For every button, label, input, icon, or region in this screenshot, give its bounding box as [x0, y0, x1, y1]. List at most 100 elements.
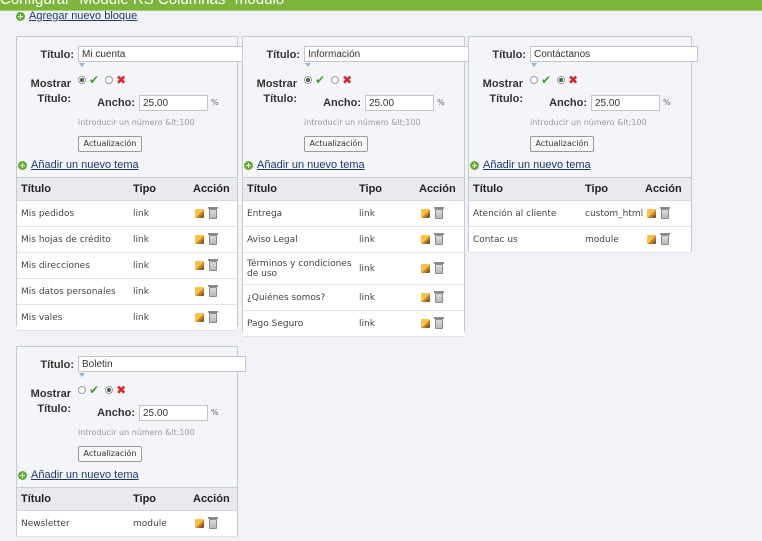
- close-icon: ✖: [116, 73, 127, 87]
- edit-icon[interactable]: [195, 287, 204, 296]
- edit-icon[interactable]: [421, 319, 430, 328]
- focus-notch: [305, 63, 311, 67]
- row-title: Mis datos personales: [21, 286, 116, 297]
- percent-label: %: [437, 98, 445, 107]
- row-actions: [193, 206, 218, 219]
- column-block: Título: Contáctanos Mostrar Título: ✔ ✖ Ancho:…: [468, 36, 698, 253]
- width-label: Ancho:: [97, 407, 135, 419]
- show-title-no-radio[interactable]: [331, 76, 340, 84]
- show-title-yes-radio[interactable]: [78, 76, 86, 84]
- row-title: Pago Seguro: [247, 318, 304, 329]
- delete-icon[interactable]: [434, 290, 444, 303]
- delete-icon[interactable]: [208, 206, 218, 219]
- block-title-input[interactable]: Boletin: [78, 356, 246, 372]
- percent-label: %: [211, 98, 219, 107]
- update-button[interactable]: Actualización: [530, 136, 594, 152]
- row-title: Mis pedidos: [21, 208, 75, 219]
- show-title-no-radio[interactable]: [557, 76, 566, 84]
- table-row: Entrega link: [243, 201, 464, 227]
- title-label: Título:: [40, 49, 74, 61]
- delete-icon[interactable]: [208, 284, 218, 297]
- update-button[interactable]: Actualización: [78, 136, 142, 152]
- check-icon: ✔: [315, 73, 326, 87]
- show-title-label-2: Título:: [263, 93, 297, 105]
- block-title-input[interactable]: Información: [304, 46, 472, 62]
- width-label: Ancho:: [97, 97, 135, 109]
- row-type: link: [133, 260, 149, 271]
- row-type: link: [133, 312, 149, 323]
- add-theme-label: Añadir un nuevo tema: [31, 159, 139, 171]
- add-theme-link[interactable]: + Añadir un nuevo tema: [18, 469, 139, 481]
- update-button[interactable]: Actualización: [304, 136, 368, 152]
- update-button[interactable]: Actualización: [78, 446, 142, 462]
- edit-icon[interactable]: [421, 264, 430, 273]
- width-input[interactable]: 25.00: [591, 95, 660, 111]
- edit-icon[interactable]: [647, 209, 656, 218]
- show-title-yes-radio[interactable]: [78, 386, 86, 394]
- row-title: Aviso Legal: [247, 234, 298, 245]
- show-title-label-2: Título:: [37, 93, 71, 105]
- column-block: Título: Información Mostrar Título: ✔ ✖ Ancho:…: [242, 36, 472, 337]
- check-icon: ✔: [89, 73, 100, 87]
- close-icon: ✖: [342, 73, 353, 87]
- row-type: link: [133, 234, 149, 245]
- width-input[interactable]: 25.00: [365, 95, 434, 111]
- column-type: Tipo: [133, 493, 157, 505]
- column-block: Título: Mi cuenta Mostrar Título: ✔ ✖ Ancho: 25…: [16, 36, 246, 331]
- title-label: Título:: [40, 359, 74, 371]
- edit-icon[interactable]: [195, 519, 204, 528]
- table-header: Título Tipo Acción: [17, 178, 237, 201]
- table-row: Contac us module: [469, 227, 691, 253]
- add-block-link[interactable]: + Agregar nuevo bloque: [16, 10, 137, 22]
- add-theme-link[interactable]: + Añadir un nuevo tema: [244, 159, 365, 171]
- column-title: Título: [21, 183, 51, 195]
- focus-notch: [531, 63, 537, 67]
- delete-icon[interactable]: [434, 261, 444, 274]
- column-type: Tipo: [359, 183, 383, 195]
- table-header: Título Tipo Acción: [469, 178, 691, 201]
- edit-icon[interactable]: [421, 235, 430, 244]
- add-block-label: Agregar nuevo bloque: [29, 10, 138, 22]
- width-label: Ancho:: [549, 97, 587, 109]
- check-icon: ✔: [541, 73, 552, 87]
- edit-icon[interactable]: [195, 313, 204, 322]
- show-title-no-radio[interactable]: [105, 386, 114, 394]
- delete-icon[interactable]: [208, 258, 218, 271]
- edit-icon[interactable]: [421, 293, 430, 302]
- delete-icon[interactable]: [208, 516, 218, 529]
- add-theme-label: Añadir un nuevo tema: [483, 159, 591, 171]
- delete-icon[interactable]: [208, 310, 218, 323]
- delete-icon[interactable]: [434, 232, 444, 245]
- items-table: Título Tipo Acción Entrega link Aviso Legal li…: [243, 177, 464, 337]
- add-theme-link[interactable]: + Añadir un nuevo tema: [470, 159, 591, 171]
- row-type: link: [359, 234, 375, 245]
- add-theme-link[interactable]: + Añadir un nuevo tema: [18, 159, 139, 171]
- show-title-no-radio[interactable]: [105, 76, 114, 84]
- add-theme-label: Añadir un nuevo tema: [257, 159, 365, 171]
- edit-icon[interactable]: [195, 261, 204, 270]
- show-title-yes-radio[interactable]: [304, 76, 312, 84]
- edit-icon[interactable]: [195, 209, 204, 218]
- delete-icon[interactable]: [434, 316, 444, 329]
- row-actions: [419, 316, 444, 329]
- delete-icon[interactable]: [660, 232, 670, 245]
- column-action: Acción: [419, 183, 456, 195]
- column-title: Título: [21, 493, 51, 505]
- show-title-yes-radio[interactable]: [530, 76, 538, 84]
- block-title-input[interactable]: Mi cuenta: [78, 46, 246, 62]
- width-input[interactable]: 25.00: [139, 405, 208, 421]
- check-icon: ✔: [89, 383, 100, 397]
- table-row: Aviso Legal link: [243, 227, 464, 253]
- width-input[interactable]: 25.00: [139, 95, 208, 111]
- delete-icon[interactable]: [434, 206, 444, 219]
- items-table: Título Tipo Acción Atención al cliente custo…: [469, 177, 691, 253]
- block-title-input[interactable]: Contáctanos: [530, 46, 698, 62]
- edit-icon[interactable]: [421, 209, 430, 218]
- edit-icon[interactable]: [195, 235, 204, 244]
- edit-icon[interactable]: [647, 235, 656, 244]
- row-type: link: [359, 318, 375, 329]
- delete-icon[interactable]: [660, 206, 670, 219]
- add-icon: +: [18, 160, 27, 170]
- delete-icon[interactable]: [208, 232, 218, 245]
- column-action: Acción: [645, 183, 682, 195]
